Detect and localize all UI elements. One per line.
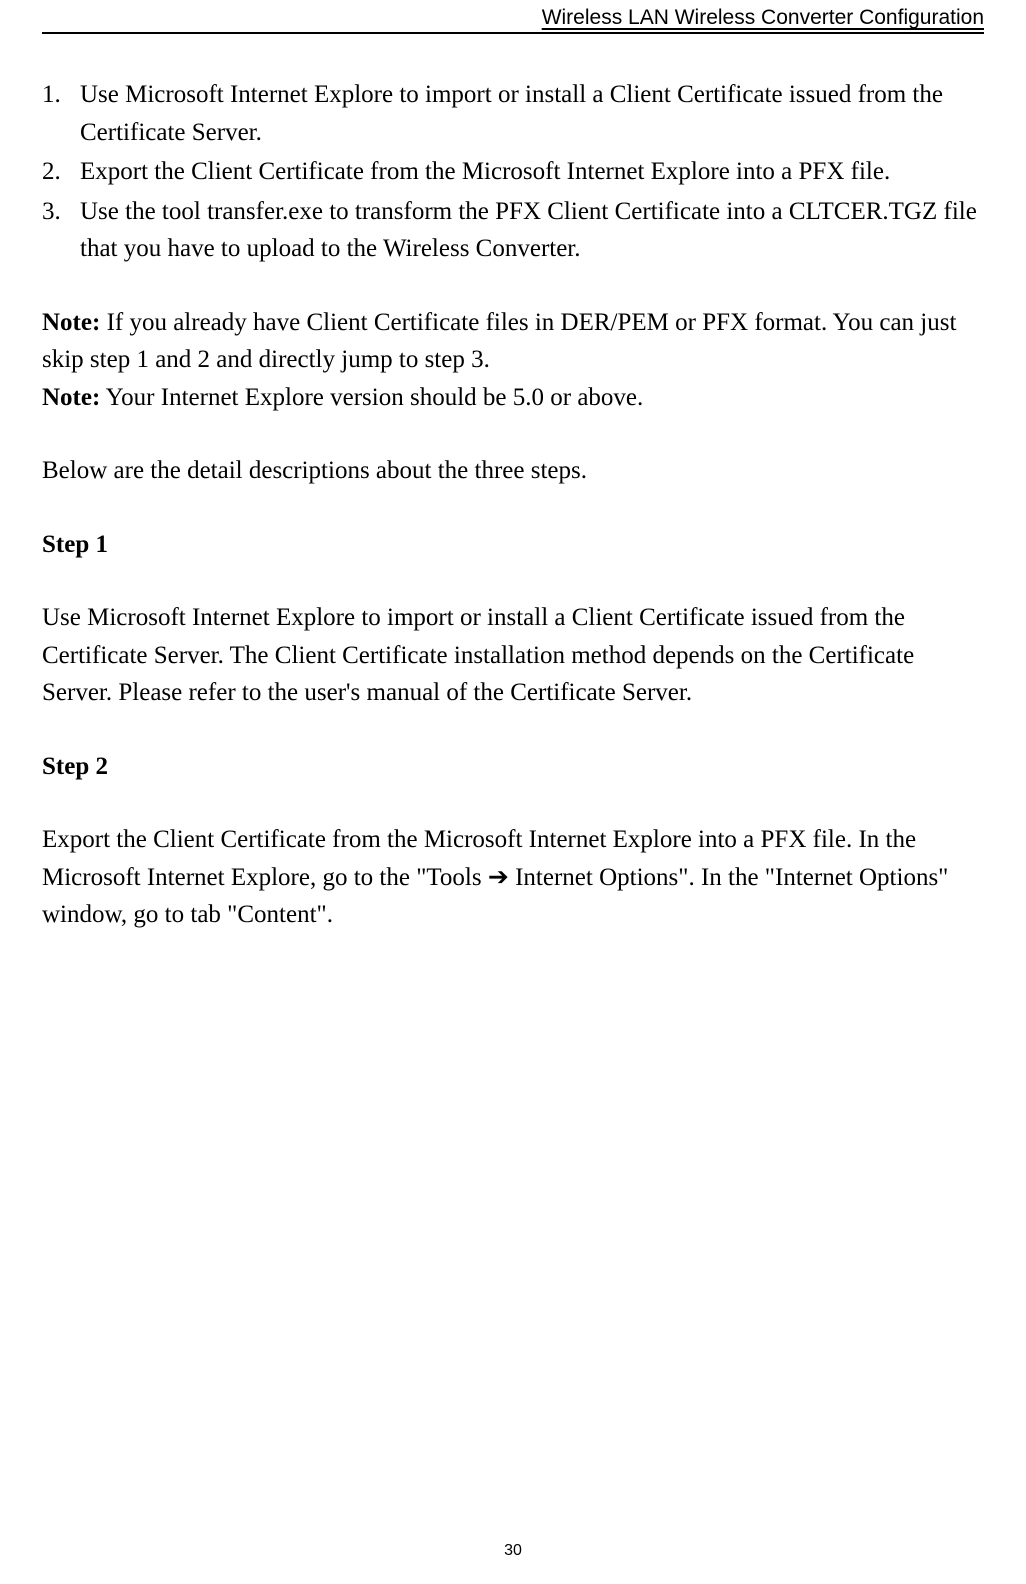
- intro-text: Below are the detail descriptions about …: [42, 457, 587, 484]
- page-number: 30: [0, 1542, 1026, 1560]
- step-2-heading: Step 2: [42, 748, 984, 786]
- step-1-heading: Step 1: [42, 526, 984, 564]
- step-2-text: Export the Client Certificate from the M…: [42, 821, 984, 934]
- page-content: Use Microsoft Internet Explore to import…: [42, 34, 984, 934]
- list-item-text: Use Microsoft Internet Explore to import…: [80, 81, 943, 146]
- note-label: Note:: [42, 309, 100, 336]
- note-label: Note:: [42, 384, 100, 411]
- intro-paragraph: Below are the detail descriptions about …: [42, 452, 984, 490]
- list-item: Use the tool transfer.exe to transform t…: [42, 193, 984, 268]
- numbered-list: Use Microsoft Internet Explore to import…: [42, 76, 984, 268]
- page-header: Wireless LAN Wireless Converter Configur…: [42, 0, 984, 34]
- list-item: Export the Client Certificate from the M…: [42, 153, 984, 191]
- list-item: Use Microsoft Internet Explore to import…: [42, 76, 984, 151]
- note-paragraph-1: Note: If you already have Client Certifi…: [42, 304, 984, 379]
- list-item-text: Export the Client Certificate from the M…: [80, 158, 890, 185]
- header-title: Wireless LAN Wireless Converter Configur…: [542, 6, 984, 29]
- note-text: If you already have Client Certificate f…: [42, 309, 956, 374]
- note-paragraph-2: Note: Your Internet Explore version shou…: [42, 379, 984, 417]
- note-text: Your Internet Explore version should be …: [100, 384, 643, 411]
- arrow-icon: ➔: [488, 863, 509, 891]
- step-1-text: Use Microsoft Internet Explore to import…: [42, 599, 984, 712]
- list-item-text: Use the tool transfer.exe to transform t…: [80, 198, 977, 263]
